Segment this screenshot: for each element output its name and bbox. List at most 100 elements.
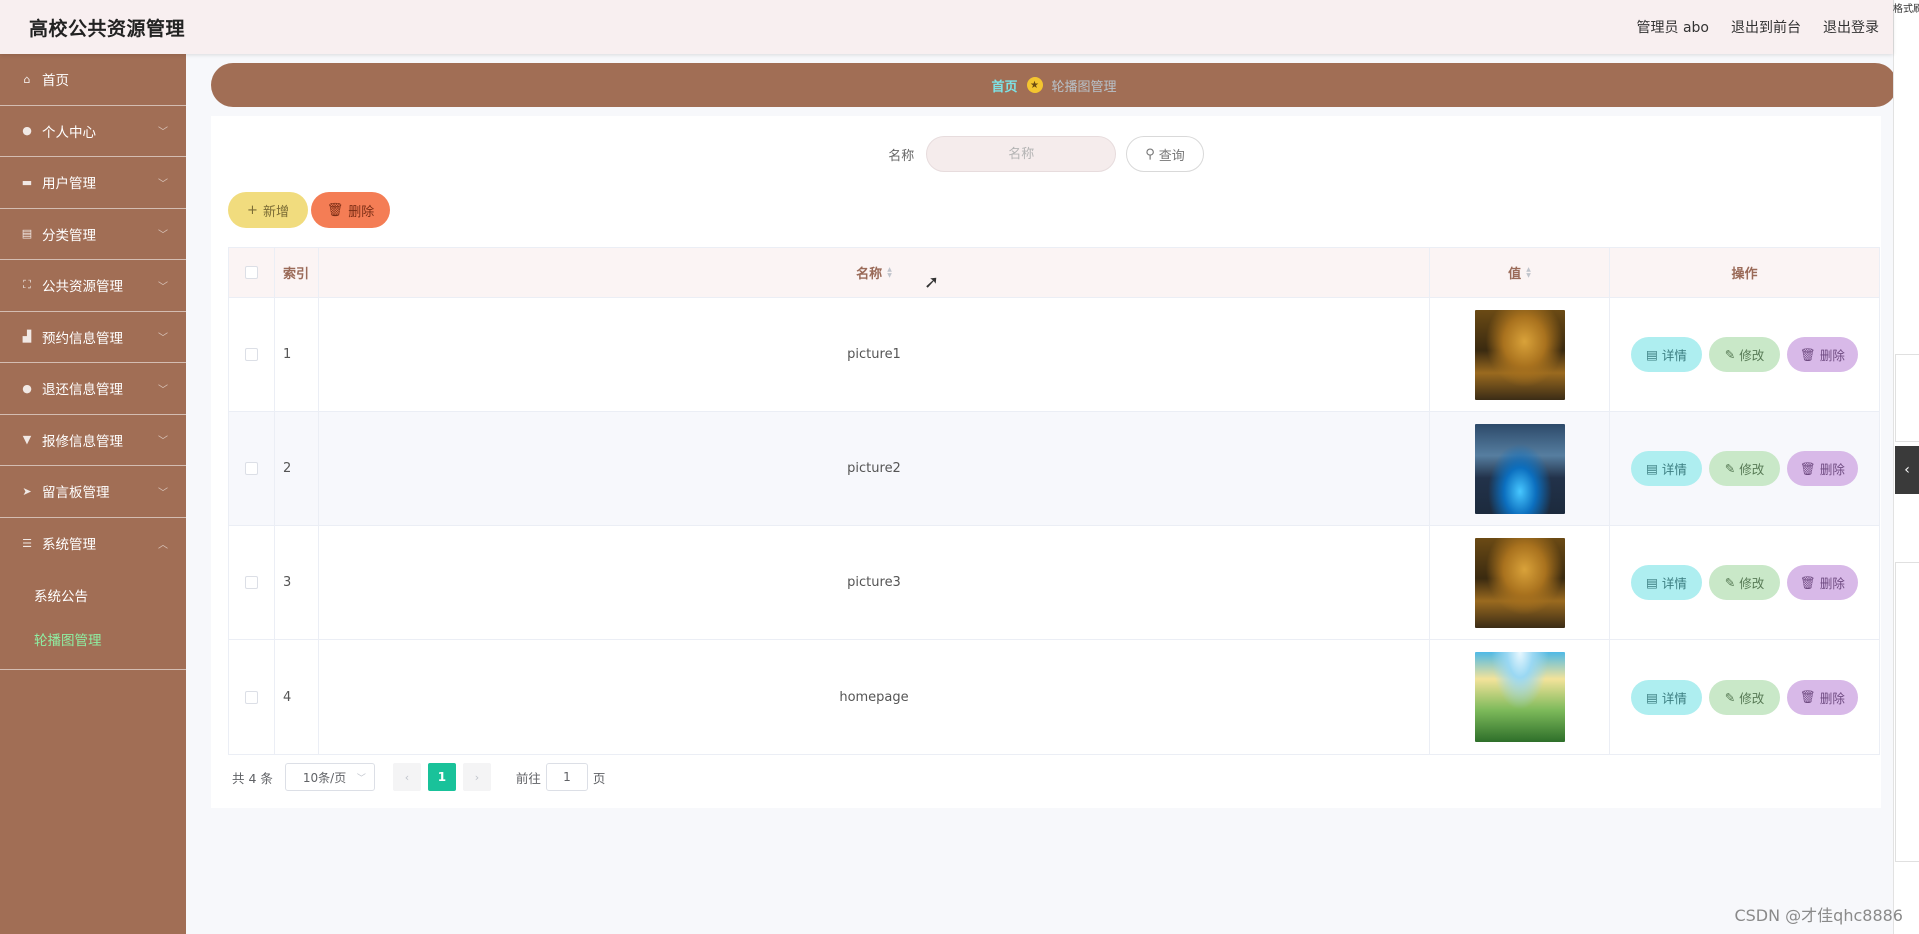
sidebar-item-booking[interactable]: ▟ 预约信息管理 ﹀ bbox=[0, 312, 186, 363]
row-thumbnail[interactable] bbox=[1474, 537, 1565, 628]
document-icon: ▤ bbox=[1646, 689, 1658, 705]
breadcrumb: 首页 ★ 轮播图管理 bbox=[211, 63, 1897, 107]
row-checkbox[interactable] bbox=[245, 348, 258, 361]
sidebar-item-home[interactable]: ⌂ 首页 bbox=[0, 54, 186, 106]
detail-button[interactable]: ▤ 详情 bbox=[1631, 337, 1702, 372]
sidebar-item-label: 公共资源管理 bbox=[42, 279, 123, 296]
sidebar-subitem-carousel[interactable]: 轮播图管理 bbox=[0, 617, 186, 661]
sidebar-item-messages[interactable]: ➤ 留言板管理 ﹀ bbox=[0, 466, 186, 518]
detail-button[interactable]: ▤ 详情 bbox=[1631, 565, 1702, 600]
detail-label: 详情 bbox=[1661, 462, 1687, 477]
page-size-select[interactable]: 10条/页 ﹀ bbox=[284, 763, 375, 791]
pencil-icon: ✎ bbox=[1724, 347, 1736, 362]
edit-button[interactable]: ✎ 修改 bbox=[1709, 679, 1780, 715]
detail-label: 详情 bbox=[1661, 348, 1687, 363]
delete-button[interactable]: 🗑 删除 bbox=[1787, 679, 1858, 715]
trash-icon: 🗑 bbox=[1800, 460, 1816, 476]
sidebar: ⌂ 首页 ● 个人中心 ﹀ ▬ 用户管理 ﹀ ▤ 分类管理 ﹀ ⛶ 公共资源管理… bbox=[0, 54, 186, 934]
trash-icon: 🗑 bbox=[1800, 346, 1816, 362]
goto-page-input[interactable] bbox=[545, 763, 588, 791]
breadcrumb-current: 轮播图管理 bbox=[1051, 79, 1117, 95]
header-actions: 管理员 abo 退出到前台 退出登录 bbox=[1637, 17, 1879, 37]
system-submenu: 系统公告 轮播图管理 bbox=[0, 569, 186, 670]
trash-icon: 🗑 bbox=[326, 202, 344, 218]
edit-button[interactable]: ✎ 修改 bbox=[1709, 337, 1780, 372]
edit-button[interactable]: ✎ 修改 bbox=[1709, 451, 1780, 486]
detail-button[interactable]: ▤ 详情 bbox=[1631, 679, 1702, 715]
delete-button[interactable]: 🗑 删除 bbox=[1787, 565, 1858, 600]
action-buttons: + 新增 🗑 删除 bbox=[228, 192, 390, 228]
category-icon: ▤ bbox=[21, 227, 33, 241]
sidebar-item-category[interactable]: ▤ 分类管理 ﹀ bbox=[0, 209, 186, 260]
delete-label: 删除 bbox=[1819, 576, 1845, 591]
main-content: 名称 ⚲ 查询 + 新增 🗑 删除 索引 名称 ▲▼ 值 ▲▼ bbox=[211, 116, 1881, 808]
sidebar-item-return[interactable]: ● 退还信息管理 ﹀ bbox=[0, 363, 186, 415]
row-checkbox[interactable] bbox=[245, 576, 258, 589]
message-icon: ➤ bbox=[22, 484, 32, 498]
chevron-down-icon: ﹀ bbox=[158, 178, 168, 190]
users-icon: ▬ bbox=[21, 175, 33, 189]
admin-user-label[interactable]: 管理员 abo bbox=[1637, 17, 1709, 37]
delete-button[interactable]: 🗑 删除 bbox=[1787, 451, 1858, 486]
sort-icon[interactable]: ▲ ▼ bbox=[887, 266, 892, 279]
edit-label: 修改 bbox=[1739, 348, 1765, 363]
chevron-down-icon: ﹀ bbox=[158, 384, 168, 396]
row-checkbox[interactable] bbox=[245, 462, 258, 475]
chevron-down-icon: ﹀ bbox=[158, 487, 168, 499]
row-name: picture3 bbox=[319, 526, 1430, 639]
table-row: 3 picture3 ▤ 详情 ✎ 修改 🗑 删除 bbox=[229, 526, 1879, 640]
header-index: 索引 bbox=[275, 248, 319, 297]
back-to-front-link[interactable]: 退出到前台 bbox=[1731, 17, 1801, 37]
goto-prefix: 前往 bbox=[515, 770, 541, 786]
sidebar-item-label: 系统管理 bbox=[42, 537, 96, 554]
edit-label: 修改 bbox=[1739, 576, 1765, 591]
row-index: 3 bbox=[275, 526, 319, 639]
row-thumbnail[interactable] bbox=[1474, 423, 1565, 514]
prev-page-button[interactable]: ‹ bbox=[392, 763, 421, 791]
chevron-up-icon: ︿ bbox=[158, 539, 168, 551]
sidebar-subitem-announcement[interactable]: 系统公告 bbox=[0, 573, 186, 617]
header-name-label: 名称 bbox=[856, 267, 883, 282]
sidebar-item-users[interactable]: ▬ 用户管理 ﹀ bbox=[0, 157, 186, 209]
side-panel-card bbox=[1895, 562, 1919, 862]
chevron-down-icon: ﹀ bbox=[158, 127, 168, 139]
batch-delete-button[interactable]: 🗑 删除 bbox=[311, 192, 390, 228]
edit-button[interactable]: ✎ 修改 bbox=[1709, 565, 1780, 600]
query-button[interactable]: ⚲ 查询 bbox=[1126, 136, 1204, 172]
detail-label: 详情 bbox=[1661, 690, 1687, 706]
chevron-down-icon: ﹀ bbox=[158, 230, 168, 242]
page-size-value: 10条/页 bbox=[302, 770, 347, 785]
next-page-button[interactable]: › bbox=[462, 763, 491, 791]
add-button[interactable]: + 新增 bbox=[228, 192, 308, 228]
row-thumbnail[interactable] bbox=[1474, 652, 1565, 742]
add-button-label: 新增 bbox=[262, 204, 289, 220]
delete-button[interactable]: 🗑 删除 bbox=[1787, 337, 1858, 372]
chevron-left-icon: ‹ bbox=[1904, 462, 1910, 478]
search-label: 名称 bbox=[888, 148, 915, 164]
star-icon: ★ bbox=[1026, 77, 1043, 93]
sidebar-item-system[interactable]: ☰ 系统管理 ︿ bbox=[0, 518, 186, 570]
pencil-icon: ✎ bbox=[1724, 689, 1736, 705]
header-name[interactable]: 名称 ▲ ▼ bbox=[319, 248, 1430, 297]
pagination: 共 4 条 10条/页 ﹀ ‹ 1 › 前往 页 bbox=[232, 763, 605, 791]
logout-link[interactable]: 退出登录 bbox=[1823, 17, 1879, 37]
sort-icon[interactable]: ▲ ▼ bbox=[1526, 266, 1531, 279]
collapse-panel-button[interactable]: ‹ bbox=[1895, 446, 1919, 494]
sidebar-item-personal-center[interactable]: ● 个人中心 ﹀ bbox=[0, 106, 186, 157]
row-checkbox[interactable] bbox=[245, 690, 258, 704]
table-row: 2 picture2 ▤ 详情 ✎ 修改 🗑 删除 bbox=[229, 412, 1879, 526]
document-icon: ▤ bbox=[1646, 347, 1658, 362]
breadcrumb-home[interactable]: 首页 bbox=[991, 76, 1017, 95]
header-value[interactable]: 值 ▲ ▼ bbox=[1430, 248, 1610, 297]
sidebar-item-resources[interactable]: ⛶ 公共资源管理 ﹀ bbox=[0, 260, 186, 312]
search-input[interactable] bbox=[926, 136, 1117, 172]
search-bar: 名称 ⚲ 查询 bbox=[211, 136, 1881, 172]
return-icon: ● bbox=[22, 381, 32, 395]
row-thumbnail[interactable] bbox=[1474, 309, 1565, 400]
sidebar-item-repair[interactable]: ▼ 报修信息管理 ﹀ bbox=[0, 415, 186, 466]
page-number-current[interactable]: 1 bbox=[427, 763, 456, 791]
select-all-checkbox[interactable] bbox=[245, 266, 258, 279]
row-index: 1 bbox=[275, 298, 319, 411]
booking-icon: ▟ bbox=[22, 330, 32, 344]
detail-button[interactable]: ▤ 详情 bbox=[1631, 451, 1702, 486]
